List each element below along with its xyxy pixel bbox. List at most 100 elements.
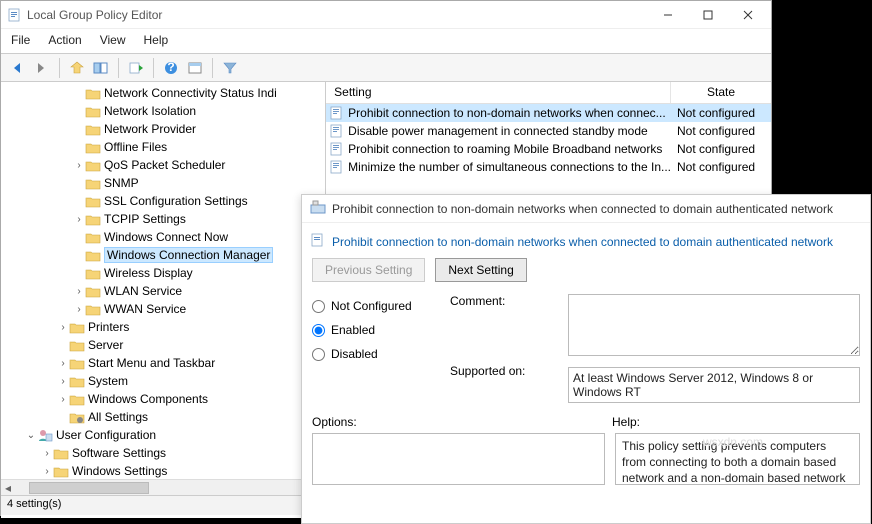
expand-icon[interactable]: › <box>73 160 85 171</box>
folder-icon <box>85 230 101 244</box>
folder-icon <box>69 356 85 370</box>
comment-textarea[interactable] <box>568 294 860 356</box>
app-icon <box>7 8 21 22</box>
tree-item[interactable]: Windows Connect Now <box>9 228 325 246</box>
tree-item-label: Network Connectivity Status Indi <box>104 86 277 100</box>
options-label: Options: <box>312 415 612 429</box>
folder-icon <box>85 284 101 298</box>
menu-file[interactable]: File <box>11 33 30 47</box>
menu-action[interactable]: Action <box>48 33 81 47</box>
tree-item[interactable]: ›WLAN Service <box>9 282 325 300</box>
tree-item-label: Windows Connect Now <box>104 230 228 244</box>
export-button[interactable] <box>125 57 147 79</box>
tree-item-label: Windows Settings <box>72 464 167 478</box>
tree-item[interactable]: ›Software Settings <box>9 444 325 462</box>
tree-item[interactable]: All Settings <box>9 408 325 426</box>
tree-item[interactable]: ›System <box>9 372 325 390</box>
tree-item-label: Server <box>88 338 123 352</box>
window-title: Local Group Policy Editor <box>27 8 655 22</box>
folder-icon <box>69 338 85 352</box>
settings-list[interactable]: Prohibit connection to non-domain networ… <box>326 104 771 176</box>
list-row[interactable]: Prohibit connection to roaming Mobile Br… <box>326 140 771 158</box>
policy-icon <box>328 142 344 156</box>
col-setting[interactable]: Setting <box>326 82 671 103</box>
tree-item[interactable]: Network Connectivity Status Indi <box>9 84 325 102</box>
tree-item[interactable]: ›QoS Packet Scheduler <box>9 156 325 174</box>
radio-not-configured[interactable]: Not Configured <box>312 294 442 318</box>
tree-item[interactable]: Server <box>9 336 325 354</box>
tree-item[interactable]: SNMP <box>9 174 325 192</box>
tree-item[interactable]: Windows Connection Manager <box>9 246 325 264</box>
supported-on-label: Supported on: <box>450 364 560 378</box>
policy-title: Prohibit connection to non-domain networ… <box>332 235 833 249</box>
previous-setting-button[interactable]: Previous Setting <box>312 258 425 282</box>
tree-horizontal-scrollbar[interactable]: ◂▸ <box>1 479 330 495</box>
folder-icon <box>85 176 101 190</box>
maximize-button[interactable] <box>695 5 721 25</box>
tree-item-label: Printers <box>88 320 129 334</box>
list-row[interactable]: Prohibit connection to non-domain networ… <box>326 104 771 122</box>
tree-item-label: SSL Configuration Settings <box>104 194 248 208</box>
help-button[interactable]: ? <box>160 57 182 79</box>
close-button[interactable] <box>735 5 761 25</box>
expand-icon[interactable]: › <box>57 394 69 405</box>
expand-icon[interactable]: › <box>73 304 85 315</box>
col-state[interactable]: State <box>671 82 771 103</box>
menu-view[interactable]: View <box>100 33 126 47</box>
show-hide-tree-button[interactable] <box>90 57 112 79</box>
tree-item[interactable]: SSL Configuration Settings <box>9 192 325 210</box>
navigation-tree[interactable]: Network Connectivity Status Indi Network … <box>1 82 325 480</box>
folder-icon <box>85 212 101 226</box>
expand-icon[interactable]: › <box>41 448 53 459</box>
folder-icon <box>85 104 101 118</box>
expand-icon[interactable]: › <box>57 358 69 369</box>
radio-disabled[interactable]: Disabled <box>312 342 442 366</box>
minimize-button[interactable] <box>655 5 681 25</box>
tree-item[interactable]: Network Provider <box>9 120 325 138</box>
tree-item[interactable]: ›Start Menu and Taskbar <box>9 354 325 372</box>
tree-item[interactable]: › Windows Components <box>9 390 325 408</box>
folder-icon <box>53 446 69 460</box>
tree-item-label: Windows Components <box>88 392 208 406</box>
expand-icon[interactable]: › <box>41 466 53 477</box>
dialog-window-title: Prohibit connection to non-domain networ… <box>332 202 833 216</box>
options-box <box>312 433 605 485</box>
user-icon <box>37 428 53 442</box>
folder-icon <box>85 266 101 280</box>
up-button[interactable] <box>66 57 88 79</box>
forward-button[interactable] <box>31 57 53 79</box>
tree-item-label: Network Provider <box>104 122 196 136</box>
tree-item[interactable]: ⌄User Configuration <box>9 426 325 444</box>
tree-item-label: WWAN Service <box>104 302 186 316</box>
expand-icon[interactable]: › <box>57 322 69 333</box>
toolbar: ? <box>1 54 771 82</box>
radio-enabled[interactable]: Enabled <box>312 318 442 342</box>
expand-icon[interactable]: › <box>57 376 69 387</box>
expand-icon[interactable]: › <box>73 286 85 297</box>
expand-icon[interactable]: › <box>73 214 85 225</box>
row-state: Not configured <box>671 106 771 120</box>
tree-item-label: Network Isolation <box>104 104 196 118</box>
row-state: Not configured <box>671 160 771 174</box>
tree-item[interactable]: Network Isolation <box>9 102 325 120</box>
back-button[interactable] <box>7 57 29 79</box>
menu-help[interactable]: Help <box>144 33 169 47</box>
collapse-icon[interactable]: ⌄ <box>25 430 37 441</box>
tree-item[interactable]: › WWAN Service <box>9 300 325 318</box>
list-row[interactable]: Disable power management in connected st… <box>326 122 771 140</box>
tree-item-label: SNMP <box>104 176 139 190</box>
tree-item[interactable]: › Printers <box>9 318 325 336</box>
filter-button[interactable] <box>219 57 241 79</box>
folder-icon <box>85 86 101 100</box>
next-setting-button[interactable]: Next Setting <box>435 258 526 282</box>
folder-icon <box>85 158 101 172</box>
tree-item[interactable]: Wireless Display <box>9 264 325 282</box>
tree-item[interactable]: ›TCPIP Settings <box>9 210 325 228</box>
policy-icon <box>328 160 344 174</box>
folder-icon <box>85 248 101 262</box>
properties-button[interactable] <box>184 57 206 79</box>
tree-item[interactable]: Offline Files <box>9 138 325 156</box>
tree-item[interactable]: › Windows Settings <box>9 462 325 480</box>
folder-icon <box>69 374 85 388</box>
list-row[interactable]: Minimize the number of simultaneous conn… <box>326 158 771 176</box>
